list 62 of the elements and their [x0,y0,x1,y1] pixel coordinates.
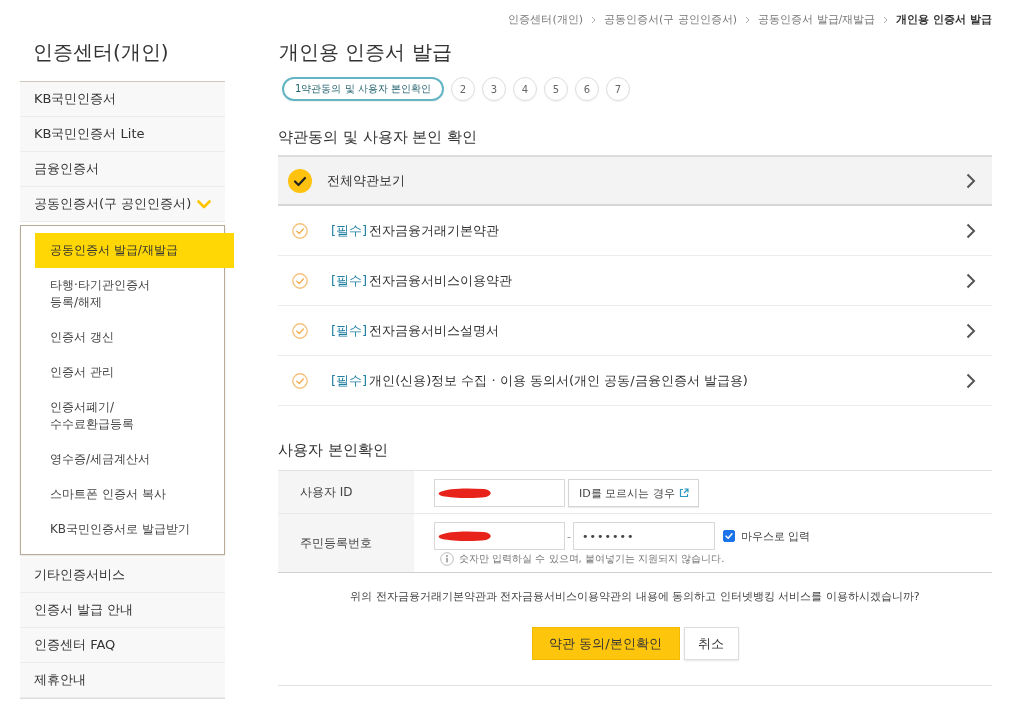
sidebar-item[interactable]: 금융인증서 [20,152,225,187]
page-title: 개인용 인증서 발급 [278,39,453,66]
sidebar-item[interactable]: 제휴안내 [20,663,225,698]
sidebar-item[interactable]: 인증센터 FAQ [20,628,225,663]
terms-title: 개인(신용)정보 수집 · 이용 동의서(개인 공동/금융인증서 발급용) [369,371,748,390]
terms-row[interactable]: [필수]전자금융서비스설명서 [278,306,992,356]
external-link-icon [678,488,689,498]
terms-title: 전자금융거래기본약관 [369,221,500,240]
input-field[interactable] [434,479,565,507]
sidebar-item[interactable]: 공동인증서(구 공인인증서) [20,187,225,222]
breadcrumb-link[interactable]: 공동인증서(구 공인인증서) [604,13,738,27]
submenu-item[interactable]: 인증서 관리 [35,355,234,390]
confirm-question: 위의 전자금융거래기본약관과 전자금융서비스이용약관의 내용에 동의하고 인터넷뱅킹 서비스를 이용하시겠습니까? [349,589,921,605]
find-id-button[interactable]: ID를 모르시는 경우 [568,479,699,507]
terms-title: 전자금융서비스설명서 [369,321,500,340]
breadcrumb-link[interactable]: 인증센터(개인) [508,13,584,27]
separator-text: - [567,529,571,543]
terms-title: 전자금융서비스이용약관 [369,271,513,290]
terms-row[interactable]: [필수]개인(신용)정보 수집 · 이용 동의서(개인 공동/금융인증서 발급용) [278,356,992,406]
chevron-right-icon [966,172,976,189]
input-field[interactable] [434,522,565,550]
chevron-right-icon [591,16,597,24]
required-tag: [필수] [331,271,368,290]
sidebar-item[interactable]: 기타인증서비스 [20,558,225,593]
submenu-item[interactable]: 공동인증서 발급/재발급 [35,233,234,268]
hint-text: 숫자만 입력하실 수 있으며, 붙여넣기는 지원되지 않습니다. [459,552,725,566]
submenu-item[interactable]: 스마트폰 인증서 복사 [35,477,234,512]
terms-row[interactable]: [필수]전자금융서비스이용약관 [278,256,992,306]
required-tag: [필수] [331,221,368,240]
form-label: 사용자 ID [278,471,414,513]
submenu-item[interactable]: KB국민인증서로 발급받기 [35,512,234,547]
chevron-right-icon [966,322,976,339]
breadcrumb-link[interactable]: 개인용 인증서 발급 [896,13,992,27]
agree-button[interactable]: 약관 동의/본인확인 [531,627,680,660]
input-field[interactable]: ••••••• [573,522,715,550]
required-tag: [필수] [331,371,368,390]
sidebar-item[interactable]: 인증서 발급 안내 [20,593,225,628]
sidebar-item[interactable]: KB국민인증서 Lite [20,117,225,152]
terms-row[interactable]: [필수]전자금융거래기본약관 [278,206,992,256]
submenu-item[interactable]: 인증서 갱신 [35,320,234,355]
section-heading: 사용자 본인확인 [278,440,389,460]
chevron-right-icon [966,272,976,289]
checkbox-label: 마우스로 입력 [741,528,811,544]
chevron-right-icon [883,16,889,24]
cancel-button[interactable]: 취소 [683,627,739,660]
checkbox[interactable] [723,530,735,542]
chevron-down-icon [197,199,212,209]
terms-title: 전체약관보기 [327,171,405,190]
form-label: 주민등록번호 [278,514,414,572]
chevron-right-icon [966,372,976,389]
chevron-right-icon [745,16,751,24]
submenu-item[interactable]: 인증서폐기/ 수수료환급등록 [35,390,234,442]
chevron-right-icon [966,222,976,239]
submenu-item[interactable]: 타행·타기관인증서 등록/해제 [35,268,234,320]
section-heading: 약관동의 및 사용자 본인 확인 [278,127,479,147]
required-tag: [필수] [331,321,368,340]
sidebar-item[interactable]: KB국민인증서 [20,82,225,117]
sidebar-title: 인증센터(개인) [32,39,170,66]
info-icon [440,552,454,566]
breadcrumb-link[interactable]: 공동인증서 발급/재발급 [758,13,876,27]
submenu-item[interactable]: 영수증/세금계산서 [35,442,234,477]
current-step: 1약관동의 및 사용자 본인확인 [282,77,444,101]
